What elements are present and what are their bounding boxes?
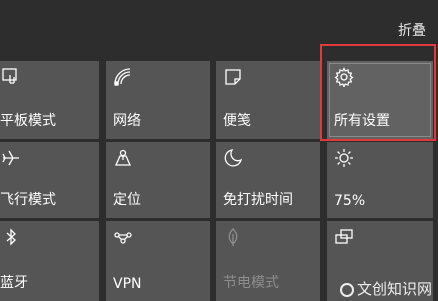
note-icon [225,69,241,85]
action-center-panel: 折叠 平板模式 网络 便笺 所有设置 飞行模式 定位 免打扰时间 75% 蓝牙 … [0,0,438,301]
bluetooth-icon [6,228,16,246]
tile-label: 平板模式 [0,113,56,129]
tile-label: 蓝牙 [0,275,28,291]
collapse-button[interactable]: 折叠 [398,20,426,40]
tile-network[interactable]: 网络 [106,61,210,139]
tile-label: 免打扰时间 [223,192,293,208]
watermark-logo-icon [339,283,354,297]
tile-all-settings[interactable]: 所有设置 [327,61,433,139]
battery-saver-icon [228,228,238,246]
tile-label: VPN [113,276,142,292]
tile-quiet-hours[interactable]: 免打扰时间 [216,142,320,218]
moon-icon [224,149,243,167]
tile-label: 75% [334,193,366,209]
tile-label: 飞行模式 [0,192,56,208]
vpn-icon [114,232,132,244]
tablet-mode-icon [2,68,17,84]
network-icon [114,68,131,86]
location-icon [114,149,132,166]
tile-bluetooth[interactable]: 蓝牙 [0,221,99,301]
tile-label: 定位 [113,192,141,208]
gear-icon [334,67,354,87]
tile-brightness[interactable]: 75% [327,142,433,218]
project-icon [335,229,353,244]
tile-tablet-mode[interactable]: 平板模式 [0,61,99,139]
tile-label: 所有设置 [334,113,390,129]
tile-label: 便笺 [223,113,251,129]
tile-vpn[interactable]: VPN [106,221,210,301]
tile-label: 节电模式 [223,275,279,291]
watermark-text: 文创知识网 [356,280,432,298]
brightness-icon [335,149,353,167]
tile-battery-saver[interactable]: 节电模式 [216,221,320,301]
tile-label: 网络 [113,113,141,129]
airplane-icon [2,150,19,166]
tile-note[interactable]: 便笺 [216,61,320,139]
tile-airplane-mode[interactable]: 飞行模式 [0,142,99,218]
tile-location[interactable]: 定位 [106,142,210,218]
watermark: 文创知识网 [339,278,432,299]
